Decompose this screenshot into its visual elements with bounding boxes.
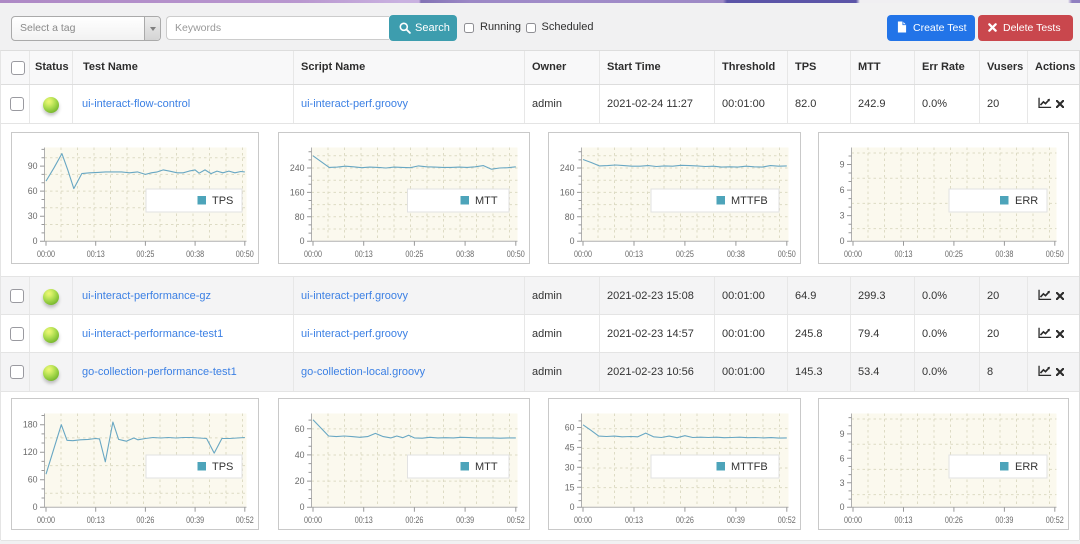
- svg-text:30: 30: [565, 462, 575, 472]
- svg-text:00:00: 00:00: [304, 249, 322, 259]
- svg-text:00:26: 00:26: [945, 515, 963, 525]
- svg-text:0: 0: [33, 502, 38, 512]
- svg-text:3: 3: [840, 211, 845, 221]
- svg-text:00:13: 00:13: [895, 515, 913, 525]
- svg-text:00:25: 00:25: [136, 249, 154, 259]
- svg-text:00:00: 00:00: [574, 249, 592, 259]
- svg-text:240: 240: [560, 163, 575, 173]
- svg-text:3: 3: [840, 478, 845, 488]
- svg-text:0: 0: [570, 502, 575, 512]
- svg-text:40: 40: [295, 450, 305, 460]
- svg-text:00:13: 00:13: [87, 249, 105, 259]
- svg-text:6: 6: [840, 185, 845, 195]
- svg-text:00:38: 00:38: [186, 249, 204, 259]
- svg-text:45: 45: [565, 442, 575, 452]
- svg-text:MTTFB: MTTFB: [731, 195, 768, 207]
- svg-text:00:39: 00:39: [995, 515, 1013, 525]
- svg-text:00:13: 00:13: [355, 515, 373, 525]
- svg-text:MTT: MTT: [475, 195, 498, 207]
- svg-text:00:13: 00:13: [87, 515, 105, 525]
- svg-text:00:13: 00:13: [355, 249, 373, 259]
- svg-text:00:13: 00:13: [895, 249, 913, 259]
- svg-text:00:50: 00:50: [507, 249, 525, 259]
- svg-text:00:52: 00:52: [1046, 515, 1064, 525]
- svg-text:00:25: 00:25: [676, 249, 694, 259]
- svg-text:00:50: 00:50: [778, 249, 796, 259]
- svg-text:80: 80: [565, 212, 575, 222]
- svg-text:0: 0: [840, 502, 845, 512]
- svg-text:00:50: 00:50: [1046, 249, 1064, 259]
- svg-text:00:00: 00:00: [304, 515, 322, 525]
- svg-text:6: 6: [840, 453, 845, 463]
- svg-text:240: 240: [290, 163, 305, 173]
- svg-text:00:13: 00:13: [625, 249, 643, 259]
- svg-text:9: 9: [840, 160, 845, 170]
- svg-text:60: 60: [295, 424, 305, 434]
- svg-text:120: 120: [23, 447, 38, 457]
- svg-text:00:39: 00:39: [186, 515, 204, 525]
- svg-text:TPS: TPS: [212, 461, 233, 473]
- svg-text:00:38: 00:38: [727, 249, 745, 259]
- svg-text:00:00: 00:00: [844, 249, 862, 259]
- svg-text:00:39: 00:39: [727, 515, 745, 525]
- svg-text:00:52: 00:52: [236, 515, 254, 525]
- svg-text:ERR: ERR: [1015, 195, 1038, 207]
- svg-text:00:26: 00:26: [136, 515, 154, 525]
- svg-text:160: 160: [560, 187, 575, 197]
- svg-text:00:38: 00:38: [456, 249, 474, 259]
- svg-text:ERR: ERR: [1015, 461, 1038, 473]
- svg-text:0: 0: [300, 502, 305, 512]
- svg-text:00:00: 00:00: [37, 515, 55, 525]
- svg-text:00:00: 00:00: [844, 515, 862, 525]
- svg-text:0: 0: [570, 236, 575, 246]
- svg-text:MTT: MTT: [475, 461, 498, 473]
- svg-text:60: 60: [28, 475, 38, 485]
- svg-text:00:52: 00:52: [507, 515, 525, 525]
- svg-text:9: 9: [840, 429, 845, 439]
- svg-text:00:38: 00:38: [995, 249, 1013, 259]
- svg-text:60: 60: [28, 186, 38, 196]
- svg-text:00:26: 00:26: [676, 515, 694, 525]
- svg-text:15: 15: [565, 482, 575, 492]
- svg-text:00:39: 00:39: [456, 515, 474, 525]
- svg-text:00:50: 00:50: [236, 249, 254, 259]
- svg-text:00:13: 00:13: [625, 515, 643, 525]
- svg-text:0: 0: [33, 236, 38, 246]
- svg-text:0: 0: [300, 236, 305, 246]
- svg-text:00:26: 00:26: [405, 515, 423, 525]
- svg-text:MTTFB: MTTFB: [731, 461, 768, 473]
- svg-text:00:25: 00:25: [405, 249, 423, 259]
- svg-text:60: 60: [565, 423, 575, 433]
- svg-text:80: 80: [295, 212, 305, 222]
- svg-text:TPS: TPS: [212, 195, 233, 207]
- svg-text:20: 20: [295, 476, 305, 486]
- svg-text:00:52: 00:52: [778, 515, 796, 525]
- svg-text:00:25: 00:25: [945, 249, 963, 259]
- svg-text:00:00: 00:00: [574, 515, 592, 525]
- svg-text:180: 180: [23, 420, 38, 430]
- svg-text:0: 0: [840, 236, 845, 246]
- svg-text:30: 30: [28, 211, 38, 221]
- svg-text:90: 90: [28, 161, 38, 171]
- svg-text:160: 160: [290, 187, 305, 197]
- svg-text:00:00: 00:00: [37, 249, 55, 259]
